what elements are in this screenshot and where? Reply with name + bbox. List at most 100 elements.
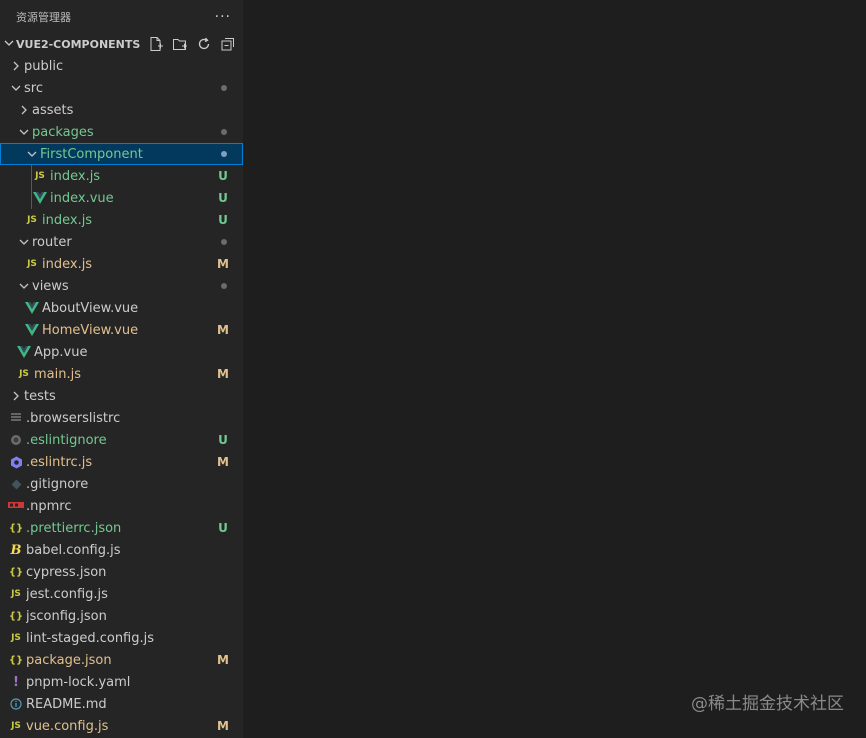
file-row[interactable]: .eslintignore U [0,429,243,451]
folder-row[interactable]: public [0,55,243,77]
chevron-right-icon[interactable] [16,102,32,118]
file-row[interactable]: AboutView.vue [0,297,243,319]
file-row[interactable]: Bbabel.config.js [0,539,243,561]
git-status-badge: M [217,653,229,667]
explorer-header: 资源管理器 ··· [0,0,243,33]
folder-row[interactable]: router [0,231,243,253]
info-icon [8,696,24,712]
file-row[interactable]: HomeView.vue M [0,319,243,341]
folder-row[interactable]: tests [0,385,243,407]
folder-row[interactable]: src [0,77,243,99]
tree-item-label: src [24,80,43,96]
file-row[interactable]: JS main.js M [0,363,243,385]
folder-row[interactable]: FirstComponent [0,143,243,165]
tree-item-label: .npmrc [26,498,72,514]
js-file-icon: JS [35,171,45,181]
chevron-down-icon[interactable] [24,146,40,162]
chevron-down-icon[interactable] [16,234,32,250]
json-file-icon: {} [8,654,24,666]
file-row[interactable]: JS index.js U [0,209,243,231]
tree-item-label: AboutView.vue [42,300,139,316]
json-file-icon: {} [8,522,24,534]
new-file-icon[interactable] [147,35,165,53]
file-row[interactable]: .npmrc [0,495,243,517]
folder-row[interactable]: views [0,275,243,297]
file-tree: public src assets packages FirstComponent JS i… [0,55,243,737]
file-row[interactable]: {} cypress.json [0,561,243,583]
tree-item-label: packages [32,124,94,140]
tree-item-label: FirstComponent [40,146,143,162]
tree-item-label: .eslintrc.js [26,454,93,470]
file-row[interactable]: ! pnpm-lock.yaml [0,671,243,693]
file-row[interactable]: JS lint-staged.config.js [0,627,243,649]
vue-file-icon [16,344,32,360]
chevron-down-icon[interactable] [16,124,32,140]
tree-item-label: cypress.json [26,564,107,580]
tree-item-label: public [24,58,64,74]
tree-item-label: vue.config.js [26,718,109,734]
tree-item-label: README.md [26,696,107,712]
tree-item-label: lint-staged.config.js [26,630,155,646]
status-dot [221,85,227,91]
editor-area: @稀土掘金技术社区 [243,0,866,738]
status-dot [221,283,227,289]
file-row[interactable]: {} .prettierrc.json U [0,517,243,539]
chevron-right-icon[interactable] [8,388,24,404]
file-row[interactable]: JS index.js U [0,165,243,187]
tree-item-label: router [32,234,72,250]
babel-icon: B [10,542,22,558]
json-file-icon: {} [8,610,24,622]
yaml-icon: ! [13,674,19,690]
file-row[interactable]: {} package.json M [0,649,243,671]
eslint-icon [8,454,24,470]
git-status-badge: M [217,323,229,337]
tree-item-label: index.js [50,168,101,184]
folder-row[interactable]: assets [0,99,243,121]
tree-item-label: .browserslistrc [26,410,121,426]
git-status-badge: U [218,169,228,183]
new-folder-icon[interactable] [171,35,189,53]
status-dot [221,151,227,157]
collapse-all-icon[interactable] [219,35,237,53]
git-status-badge: U [218,433,228,447]
file-row[interactable]: JS jest.config.js [0,583,243,605]
file-row[interactable]: {} jsconfig.json [0,605,243,627]
git-status-badge: M [217,367,229,381]
chevron-down-icon[interactable] [8,80,24,96]
refresh-icon[interactable] [195,35,213,53]
file-row[interactable]: App.vue [0,341,243,363]
chevron-down-icon [2,38,16,51]
tree-item-label: index.js [42,256,93,272]
git-status-badge: M [217,455,229,469]
chevron-down-icon[interactable] [16,278,32,294]
explorer-sidebar: 资源管理器 ··· VUE2-COMPONENTS public src asset… [0,0,243,738]
workspace-section-header[interactable]: VUE2-COMPONENTS [0,33,243,55]
js-file-icon: JS [11,633,21,643]
tree-item-label: App.vue [34,344,88,360]
tree-item-label: .gitignore [26,476,89,492]
status-dot [221,129,227,135]
tree-item-label: pnpm-lock.yaml [26,674,131,690]
git-status-badge: U [218,521,228,535]
folder-row[interactable]: packages [0,121,243,143]
status-dot [221,239,227,245]
tree-item-label: index.js [42,212,93,228]
workspace-title: VUE2-COMPONENTS [16,37,141,51]
file-row[interactable]: index.vue U [0,187,243,209]
file-row[interactable]: JS vue.config.js M [0,715,243,737]
tree-item-label: package.json [26,652,112,668]
indent-guide [31,165,32,187]
more-actions-icon[interactable]: ··· [215,9,231,25]
json-file-icon: {} [8,566,24,578]
file-row[interactable]: .gitignore [0,473,243,495]
npm-icon [8,498,24,514]
file-row[interactable]: .browserslistrc [0,407,243,429]
file-row[interactable]: .eslintrc.js M [0,451,243,473]
file-row[interactable]: README.md [0,693,243,715]
tree-item-label: assets [32,102,74,118]
section-actions [147,35,243,53]
vue-file-icon [24,322,40,338]
chevron-right-icon[interactable] [8,58,24,74]
file-row[interactable]: JS index.js M [0,253,243,275]
tree-item-label: babel.config.js [26,542,121,558]
